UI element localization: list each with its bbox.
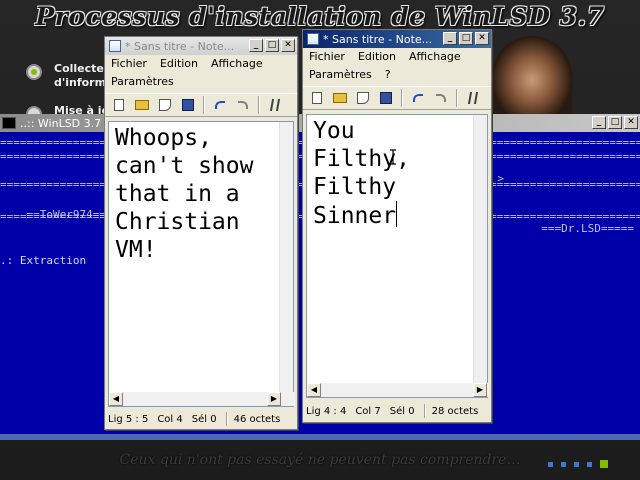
toolbar-separator bbox=[401, 89, 403, 107]
text-line: that in a bbox=[115, 181, 240, 207]
menu-help[interactable]: ? bbox=[385, 68, 391, 82]
vertical-scrollbar[interactable] bbox=[279, 122, 293, 392]
cut-icon[interactable] bbox=[463, 88, 483, 108]
menu-fichier[interactable]: Fichier bbox=[309, 50, 345, 64]
text-line: You bbox=[313, 118, 355, 144]
progress-dots bbox=[548, 460, 608, 468]
console-right-tag: ===Dr.LSD===== bbox=[541, 222, 634, 235]
notepad-title-bar[interactable]: * Sans titre - Note... _ □ ✕ bbox=[105, 37, 297, 55]
maximize-button[interactable]: □ bbox=[265, 39, 279, 52]
toolbar bbox=[105, 93, 297, 117]
menu-fichier[interactable]: Fichier bbox=[111, 57, 147, 71]
menu-bar: Fichier Edition Affichage Paramètres ? bbox=[303, 48, 491, 86]
status-line: Lig 4 : 4 bbox=[306, 405, 347, 417]
status-sel: Sél 0 bbox=[191, 413, 217, 425]
text-editor[interactable]: You Filthy, Filthy Sinner ◀ ▶ bbox=[306, 114, 489, 398]
toolbar bbox=[303, 86, 491, 110]
menu-edition[interactable]: Edition bbox=[358, 50, 396, 64]
console-icon bbox=[2, 117, 16, 129]
status-bar: Lig 5 : 5 Col 4 Sél 0 46 octets bbox=[108, 410, 294, 428]
close-button[interactable]: ✕ bbox=[475, 32, 489, 45]
notepad-icon bbox=[307, 33, 319, 45]
horizontal-scrollbar[interactable]: ◀ ▶ bbox=[307, 383, 489, 397]
window-title: * Sans titre - Note... bbox=[323, 32, 433, 46]
scroll-right-arrow-icon[interactable]: ▶ bbox=[267, 392, 281, 406]
menu-bar: Fichier Edition Affichage Paramètres bbox=[105, 55, 297, 93]
status-bar: Lig 4 : 4 Col 7 Sél 0 28 octets bbox=[306, 402, 488, 420]
status-sel: Sél 0 bbox=[389, 405, 415, 417]
step-done-indicator-icon bbox=[26, 64, 42, 80]
text-line: VM! bbox=[115, 237, 157, 263]
toolbar-separator bbox=[456, 89, 458, 107]
cut-icon[interactable] bbox=[265, 95, 285, 115]
scroll-right-arrow-icon[interactable]: ▶ bbox=[473, 383, 487, 397]
window-title: * Sans titre - Note... bbox=[125, 39, 235, 53]
undo-icon[interactable] bbox=[210, 95, 230, 115]
text-line: can't show bbox=[115, 153, 254, 179]
menu-affichage[interactable]: Affichage bbox=[409, 50, 461, 64]
maximize-button[interactable]: □ bbox=[608, 116, 622, 129]
menu-parametres[interactable]: Paramètres bbox=[309, 68, 372, 82]
print-preview-icon[interactable] bbox=[155, 95, 175, 115]
minimize-button[interactable]: _ bbox=[443, 32, 457, 45]
status-col: Col 7 bbox=[355, 405, 381, 417]
redo-icon[interactable] bbox=[233, 95, 253, 115]
status-size: 28 octets bbox=[431, 405, 479, 417]
status-line: Lig 5 : 5 bbox=[108, 413, 149, 425]
status-separator bbox=[423, 404, 426, 418]
undo-icon[interactable] bbox=[408, 88, 428, 108]
scroll-left-arrow-icon[interactable]: ◀ bbox=[307, 383, 321, 397]
progress-dot bbox=[587, 461, 592, 467]
minimize-button[interactable]: _ bbox=[592, 116, 606, 129]
progress-dot bbox=[548, 461, 553, 467]
text-line: Filthy, bbox=[313, 146, 410, 172]
status-separator bbox=[225, 412, 228, 426]
portrait-image bbox=[492, 36, 572, 116]
menu-parametres[interactable]: Paramètres bbox=[111, 75, 174, 89]
notepad-window-left[interactable]: * Sans titre - Note... _ □ ✕ Fichier Edi… bbox=[104, 36, 298, 430]
status-col: Col 4 bbox=[157, 413, 183, 425]
footer-quote: Ceux qui n'ont pas essayé ne peuvent pas… bbox=[119, 452, 521, 468]
progress-dot bbox=[574, 461, 579, 467]
notepad-title-bar[interactable]: * Sans titre - Note... _ □ ✕ bbox=[303, 30, 491, 48]
notepad-window-right[interactable]: * Sans titre - Note... _ □ ✕ Fichier Edi… bbox=[302, 29, 492, 423]
redo-icon[interactable] bbox=[431, 88, 451, 108]
minimize-button[interactable]: _ bbox=[249, 39, 263, 52]
progress-dot-active bbox=[600, 460, 608, 468]
notepad-icon bbox=[109, 40, 121, 52]
text-line: Sinner bbox=[313, 203, 397, 229]
close-button[interactable]: ✕ bbox=[281, 39, 295, 52]
new-file-icon[interactable] bbox=[307, 88, 327, 108]
editor-content[interactable]: You Filthy, Filthy Sinner bbox=[307, 115, 487, 232]
status-size: 46 octets bbox=[233, 413, 281, 425]
vertical-scrollbar[interactable] bbox=[473, 115, 487, 383]
close-button[interactable]: ✕ bbox=[624, 116, 638, 129]
text-line: Christian bbox=[115, 209, 240, 235]
ibeam-cursor-icon bbox=[390, 149, 396, 165]
open-folder-icon[interactable] bbox=[330, 88, 350, 108]
save-icon[interactable] bbox=[178, 95, 198, 115]
install-step-collect: Collecte d'information bbox=[26, 62, 138, 90]
new-file-icon[interactable] bbox=[109, 95, 129, 115]
text-line: Filthy bbox=[313, 174, 397, 200]
toolbar-separator bbox=[203, 96, 205, 114]
open-folder-icon[interactable] bbox=[132, 95, 152, 115]
text-caret bbox=[396, 201, 398, 227]
horizontal-scrollbar[interactable]: ◀ ▶ bbox=[109, 392, 295, 406]
scroll-left-arrow-icon[interactable]: ◀ bbox=[109, 392, 123, 406]
text-editor[interactable]: Whoops, can't show that in a Christian VM! ◀… bbox=[108, 121, 295, 407]
save-icon[interactable] bbox=[376, 88, 396, 108]
text-line: Whoops, bbox=[115, 125, 212, 151]
menu-edition[interactable]: Edition bbox=[160, 57, 198, 71]
toolbar-separator bbox=[258, 96, 260, 114]
print-preview-icon[interactable] bbox=[353, 88, 373, 108]
editor-content[interactable]: Whoops, can't show that in a Christian VM! bbox=[109, 122, 293, 266]
progress-dot bbox=[561, 461, 566, 467]
maximize-button[interactable]: □ bbox=[459, 32, 473, 45]
menu-affichage[interactable]: Affichage bbox=[211, 57, 263, 71]
